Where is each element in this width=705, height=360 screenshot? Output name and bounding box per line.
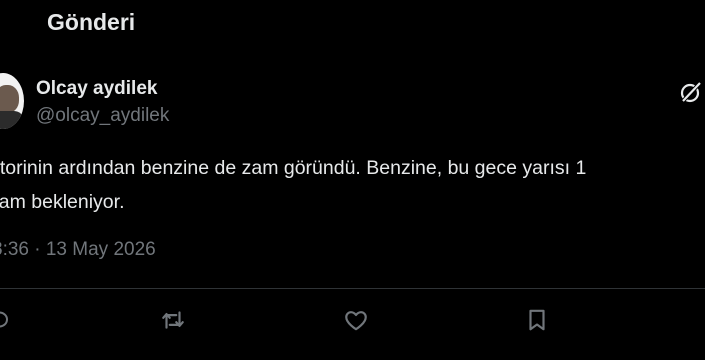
reply-button[interactable] <box>0 307 12 333</box>
grok-icon-svg <box>680 81 702 103</box>
heart-icon <box>345 311 367 331</box>
divider <box>0 288 705 289</box>
author-display-name[interactable]: Olcay aydilek <box>36 78 157 100</box>
post-text-line: otorinin ardından benzine de zam göründü… <box>0 157 587 179</box>
post-timestamp[interactable]: 8:36 · 13 May 2026 <box>0 239 156 261</box>
avatar-head <box>0 85 19 113</box>
page-title: Gönderi <box>47 9 136 35</box>
bookmark-button[interactable] <box>524 307 550 333</box>
repost-button[interactable] <box>160 307 186 333</box>
avatar[interactable] <box>0 73 24 129</box>
avatar-body <box>0 111 24 129</box>
post-text-line: zam bekleniyor. <box>0 191 125 213</box>
like-button[interactable] <box>343 307 369 333</box>
repost-icon <box>162 311 184 329</box>
grok-icon[interactable] <box>679 80 703 104</box>
reply-icon <box>0 311 8 328</box>
post-text: otorinin ardından benzine de zam göründü… <box>0 151 705 219</box>
bookmark-icon <box>529 309 545 331</box>
author-handle[interactable]: @olcay_aydilek <box>36 105 169 127</box>
